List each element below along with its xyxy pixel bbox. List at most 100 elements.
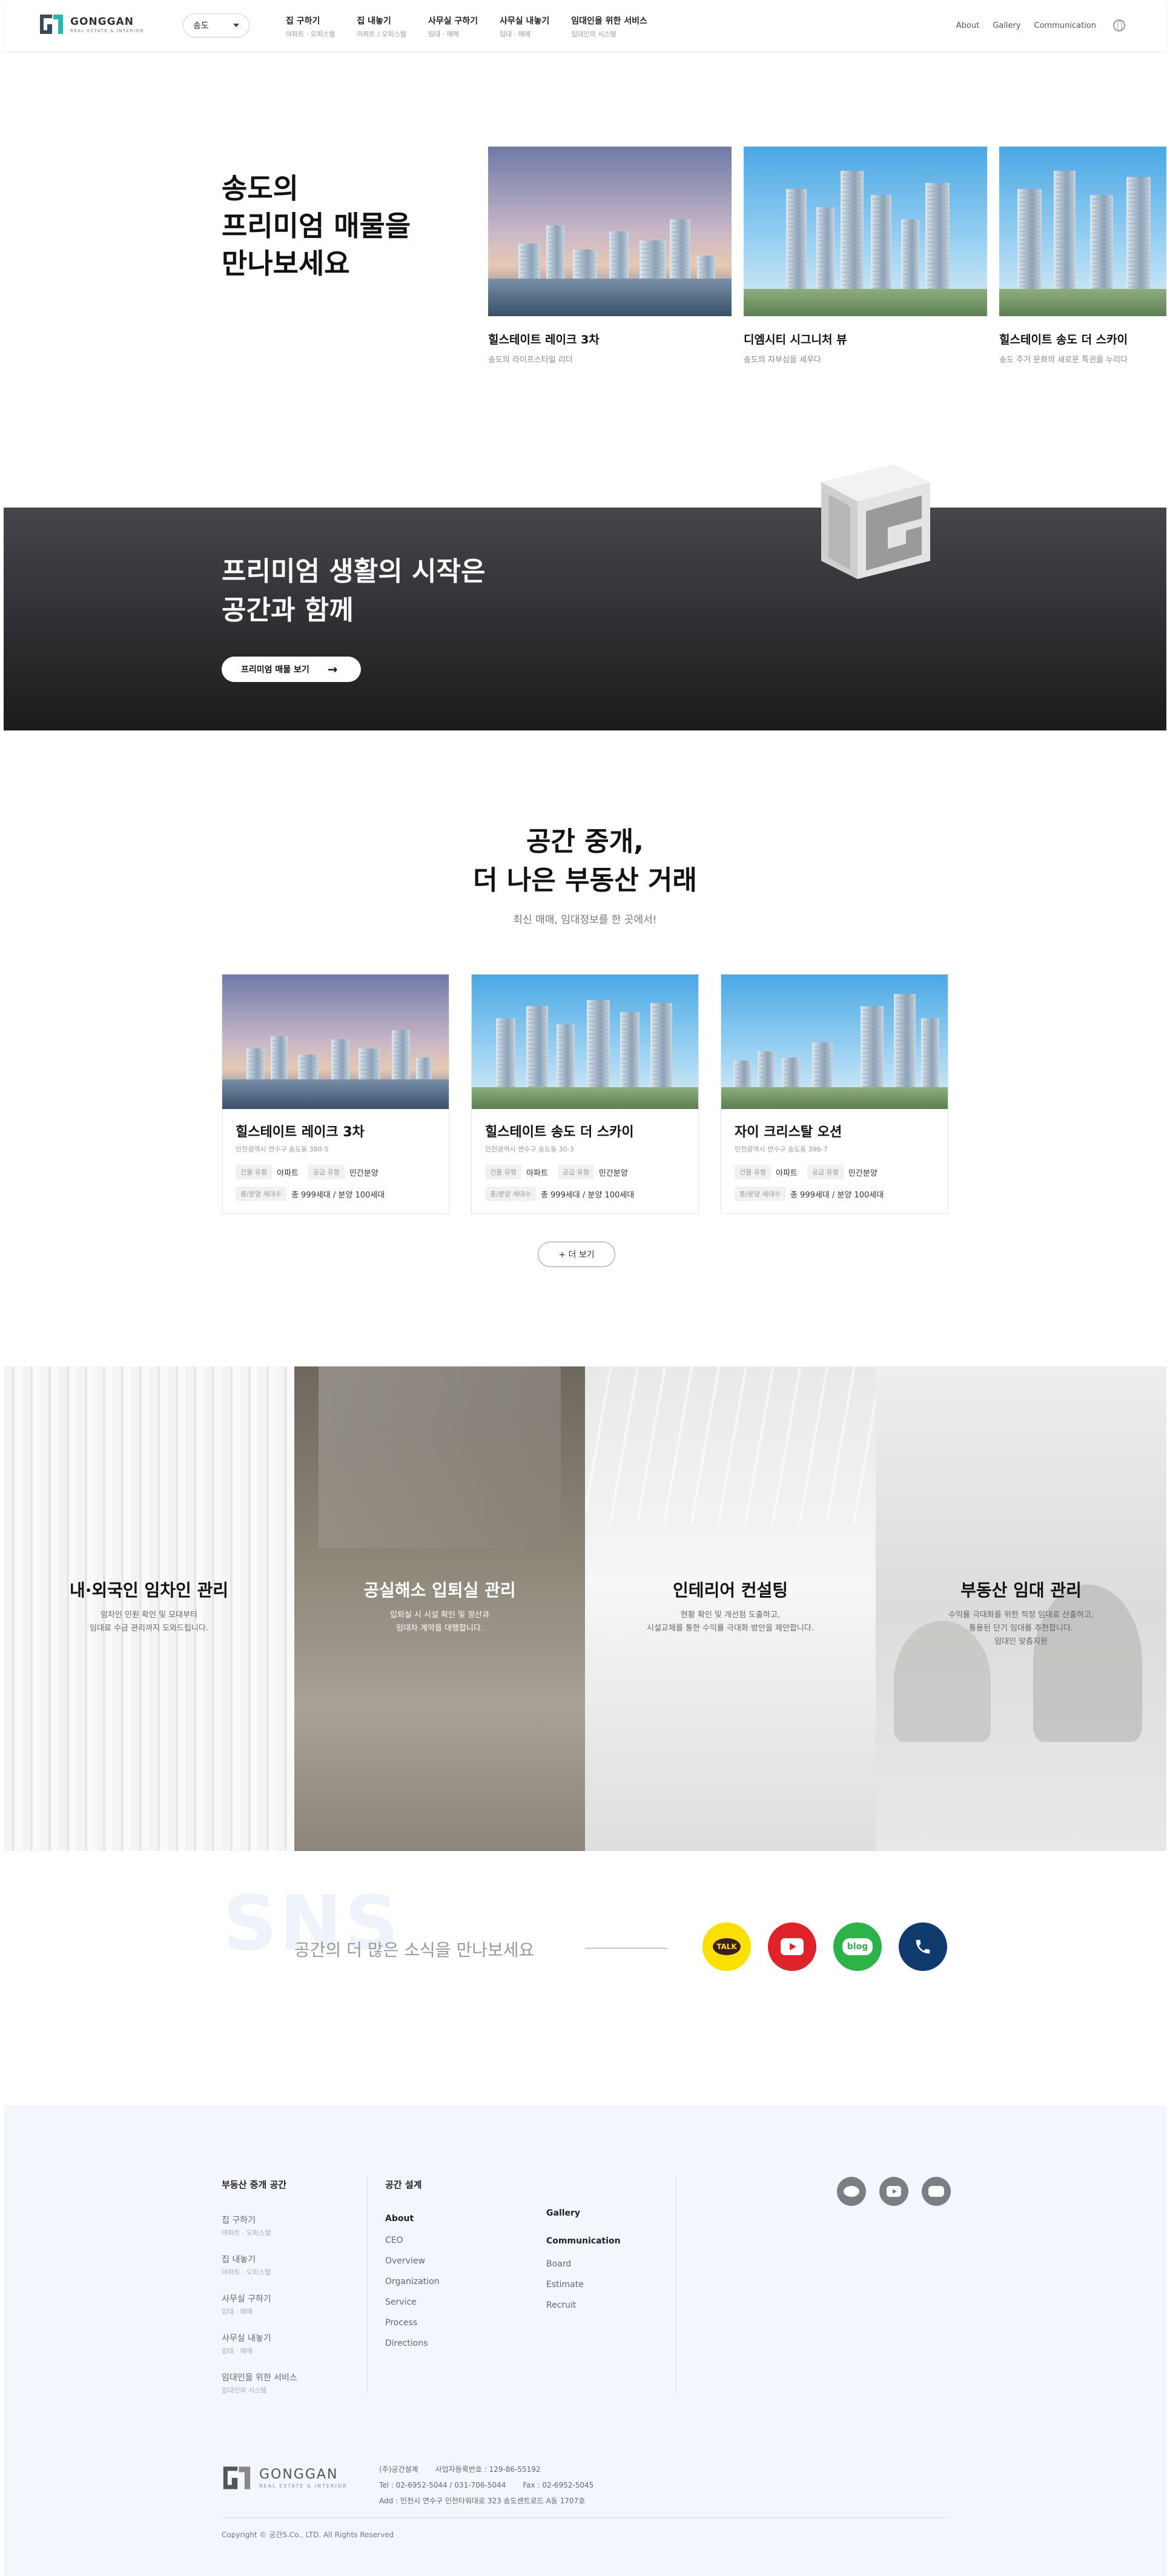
hero-card[interactable]: 힐스테이트 송도 더 스카이 송도 주거 문화의 새로운 특권을 누리다	[999, 147, 1166, 365]
kakaotalk-link[interactable]: TALK	[702, 1922, 751, 1971]
listing-card-image	[222, 975, 449, 1109]
divider	[367, 2176, 368, 2394]
footer-col-brokerage: 부동산 중개 공간 집 구하기 아파트 · 오피스텔 집 내놓기 아파트 · 오…	[222, 2178, 297, 2395]
nav-sublabel: 아파트 · 오피스텔	[286, 30, 335, 38]
footer-link[interactable]: 임대인을 위한 서비스 임대인의 시스템	[222, 2371, 297, 2395]
utility-nav: About Gallery Communication	[943, 19, 1125, 31]
footer-link[interactable]: Estimate	[546, 2280, 621, 2290]
footer-gallery-link[interactable]: Gallery	[546, 2208, 621, 2218]
footer-link[interactable]: Service	[385, 2297, 440, 2307]
footer-link-label: 집 내놓기	[222, 2255, 256, 2265]
footer-youtube-link[interactable]	[879, 2177, 908, 2206]
banner-title-line: 프리미엄 생활의 시작은	[222, 556, 486, 587]
service-title: 공실해소 입퇴실 관리	[363, 1580, 516, 1600]
listing-card[interactable]: 힐스테이트 레이크 3차 인천광역시 연수구 송도동 380-5 건물 유형 아…	[222, 974, 449, 1214]
service-desc-line: 임대인 맞춤지원	[994, 1637, 1048, 1646]
footer-blog-link[interactable]	[922, 2177, 951, 2206]
footer-link[interactable]: 집 구하기 아파트 · 오피스텔	[222, 2214, 297, 2237]
footer-about-link[interactable]: About	[385, 2214, 440, 2223]
services-section: 내·외국인 임차인 관리 임차인 민원 확인 및 모대부터 임대료 수금 관리까…	[4, 1366, 1166, 1851]
footer-link[interactable]: 집 내놓기 아파트 · 오피스텔	[222, 2253, 297, 2277]
service-desc-line: 입퇴실 시 시설 확인 및 정산과	[389, 1611, 490, 1620]
hero-card[interactable]: 디엠시티 시그니처 뷰 송도의 자부심을 세우다	[744, 147, 987, 365]
arrow-right-icon: →	[327, 662, 338, 677]
globe-icon[interactable]	[1113, 19, 1125, 31]
tag-value: 아파트	[526, 1168, 548, 1178]
region-select[interactable]: 송도	[183, 13, 250, 38]
nav-find-home[interactable]: 집 구하기 아파트 · 오피스텔	[286, 15, 335, 39]
listing-subtitle: 최신 매매, 임대정보를 한 곳에서!	[513, 914, 657, 926]
listing-card-title: 힐스테이트 송도 더 스카이	[485, 1125, 634, 1140]
footer-link[interactable]: Recruit	[546, 2300, 621, 2310]
listing-card-address: 인천광역시 연수구 송도동 30-3	[485, 1145, 574, 1153]
footer-link-sublabel: 임대 · 매매	[222, 2308, 253, 2316]
service-desc-line: 현황 확인 및 개선점 도출하고,	[680, 1611, 781, 1620]
footer-link[interactable]: Organization	[385, 2277, 440, 2286]
listing-card-address: 인천광역시 연수구 송도동 380-5	[236, 1145, 329, 1153]
footer-kakaotalk-link[interactable]	[837, 2177, 866, 2206]
divider	[222, 2517, 948, 2518]
service-desc-line: 통용된 단기 임대를 추천합니다.	[968, 1624, 1073, 1633]
phone-link[interactable]	[899, 1922, 947, 1971]
logo[interactable]: GONGGAN REAL ESTATE & INTERIOR	[39, 13, 144, 35]
premium-listings-button[interactable]: 프리미엄 매물 보기 →	[222, 657, 361, 682]
service-panel[interactable]: 내·외국인 임차인 관리 임차인 민원 확인 및 모대부터 임대료 수금 관리까…	[4, 1366, 294, 1851]
hero-card-subtitle: 송도의 라이프스타일 리더	[488, 356, 573, 365]
footer-logo-subtitle: REAL ESTATE & INTERIOR	[259, 2483, 348, 2489]
listing-title-line: 더 나은 부동산 거래	[473, 865, 697, 896]
tag-label: 건물 유형	[485, 1165, 521, 1179]
util-gallery-link[interactable]: Gallery	[993, 21, 1020, 30]
sns-text: 공간의 더 많은 소식을 만나보세요	[294, 1940, 535, 1960]
footer-link[interactable]: 사무실 구하기 임대 · 매매	[222, 2293, 297, 2316]
hero-card[interactable]: 힐스테이트 레이크 3차 송도의 라이프스타일 리더	[488, 147, 732, 365]
copyright: Copyright © 공간S.Co., LTD. All Rights Res…	[222, 2531, 394, 2539]
footer-link[interactable]: Board	[546, 2259, 621, 2269]
footer-link[interactable]: Process	[385, 2318, 440, 2328]
tag-label: 공급 유형	[308, 1165, 345, 1179]
nav-label: 집 내놓기	[357, 16, 391, 26]
footer-link[interactable]: CEO	[385, 2236, 440, 2245]
service-desc-line: 임차인 민원 확인 및 모대부터	[100, 1611, 198, 1620]
tag-label: 건물 유형	[735, 1165, 771, 1179]
nav-list-home[interactable]: 집 내놓기 아파트 / 오피스텔	[357, 15, 406, 39]
company-name: (주)공간설계	[379, 2465, 418, 2474]
blog-link[interactable]: blog	[833, 1922, 882, 1971]
tag-value: 민간분양	[349, 1168, 378, 1178]
nav-list-office[interactable]: 사무실 내놓기 임대 · 매매	[500, 15, 549, 39]
footer-link[interactable]: 사무실 내놓기 임대 · 매매	[222, 2332, 297, 2356]
footer-link-label: 사무실 구하기	[222, 2294, 271, 2304]
youtube-link[interactable]	[768, 1922, 816, 1971]
sns-links: TALK blog	[702, 1922, 964, 1971]
listing-card[interactable]: 힐스테이트 송도 더 스카이 인천광역시 연수구 송도동 30-3 건물 유형 …	[471, 974, 699, 1214]
page: GONGGAN REAL ESTATE & INTERIOR 송도 집 구하기 …	[0, 0, 1170, 2576]
footer-link[interactable]: Overview	[385, 2256, 440, 2266]
nav-sublabel: 임대인의 시스템	[571, 30, 616, 38]
listing-section-title: 공간 중개, 더 나은 부동산 거래	[0, 823, 1170, 900]
service-title: 부동산 임대 관리	[960, 1580, 1082, 1600]
listing-card[interactable]: 자이 크리스탈 오션 인천광역시 연수구 송도동 396-7 건물 유형 아파트…	[721, 974, 948, 1214]
util-communication-link[interactable]: Communication	[1034, 21, 1096, 30]
service-panel[interactable]: 공실해소 입퇴실 관리 입퇴실 시 시설 확인 및 정산과 임대차 계약을 대행…	[294, 1366, 585, 1851]
footer-logo[interactable]: GONGGAN REAL ESTATE & INTERIOR	[222, 2465, 348, 2491]
more-button[interactable]: + 더 보기	[538, 1242, 615, 1267]
service-panel[interactable]: 인테리어 컨설팅 현황 확인 및 개선점 도출하고, 시설교체를 통한 수익률 …	[585, 1366, 876, 1851]
divider	[585, 1948, 667, 1949]
util-about-link[interactable]: About	[956, 21, 979, 30]
service-panel[interactable]: 부동산 임대 관리 수익률 극대화를 위한 적정 임대료 산출하고, 통용된 단…	[876, 1366, 1166, 1851]
footer-communication-link[interactable]: Communication	[546, 2236, 621, 2246]
nav-landlord-service[interactable]: 임대인을 위한 서비스 임대인의 시스템	[571, 15, 647, 39]
listing-card-title: 힐스테이트 레이크 3차	[236, 1125, 365, 1140]
logo-mark-icon	[223, 2466, 251, 2489]
footer-link-sublabel: 아파트 · 오피스텔	[222, 2268, 271, 2276]
tag-label: 공급 유형	[557, 1165, 594, 1179]
hero-card-image	[999, 147, 1166, 316]
service-desc-line: 수익률 극대화를 위한 적정 임대료 산출하고,	[948, 1611, 1094, 1620]
nav-find-office[interactable]: 사무실 구하기 임대 · 매매	[428, 15, 478, 39]
footer-col-design: 공간 설계 About CEO Overview Organization Se…	[385, 2178, 440, 2348]
service-description: 입퇴실 시 시설 확인 및 정산과 임대차 계약을 대행합니다.	[294, 1609, 585, 1635]
listing-card-image	[721, 975, 948, 1109]
tag-value: 총 999세대 / 분양 100세대	[540, 1190, 635, 1200]
company-info: (주)공간설계 사업자등록번호 : 129-86-55192 Tel : 02-6…	[379, 2462, 593, 2509]
footer-link[interactable]: Directions	[385, 2339, 440, 2348]
nav-sublabel: 임대 · 매매	[500, 30, 531, 38]
